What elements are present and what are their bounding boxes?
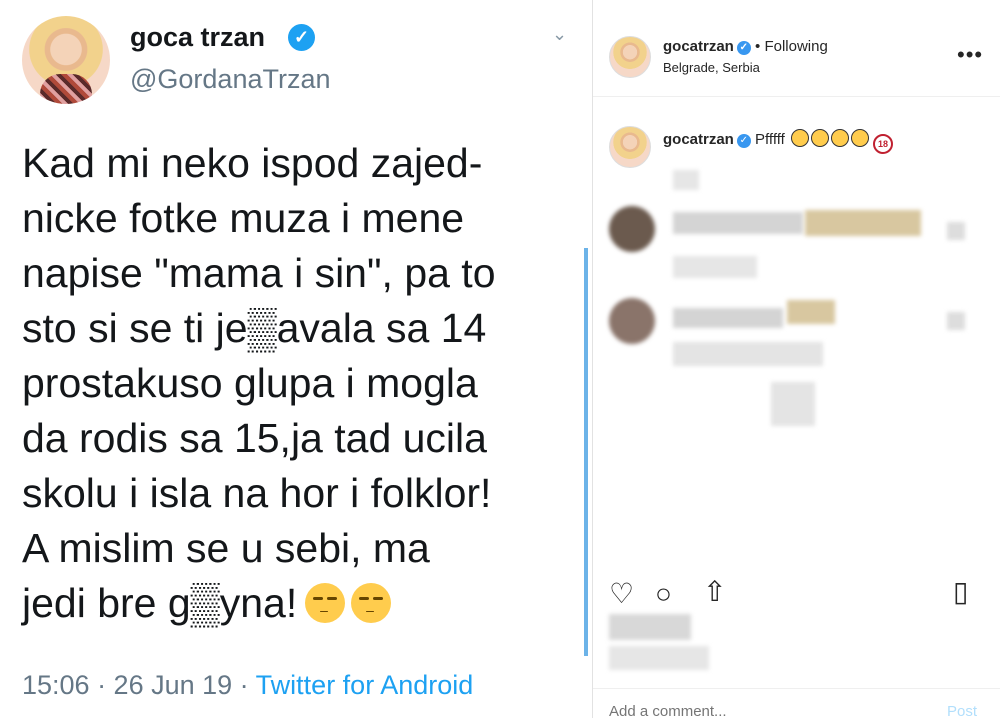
instagram-panel: gocatrzan ✓ • Following Belgrade, Serbia … (592, 0, 1000, 720)
blurred-text (673, 342, 823, 366)
tweet-panel: goca trzan ✓ @GordanaTrzan ⌄ Kad mi neko… (0, 0, 590, 718)
laughing-emoji-icon (810, 129, 829, 147)
laughing-emoji-icon (790, 129, 809, 147)
ig-location[interactable]: Belgrade, Serbia (663, 60, 760, 75)
tweet-text: Kad mi neko ispod zajed- nicke fotke muz… (22, 136, 572, 631)
tweet-avatar[interactable] (22, 16, 110, 104)
blurred-text (787, 300, 835, 324)
blurred-avatar (609, 298, 655, 344)
ig-caption-user[interactable]: gocatrzan (663, 131, 734, 148)
chevron-down-icon[interactable]: ⌄ (552, 24, 567, 45)
tweet-author-name[interactable]: goca trzan (130, 22, 265, 53)
blurred-date (609, 646, 709, 670)
laughing-emoji-icon (830, 129, 849, 147)
tweet-body: Kad mi neko ispod zajed- nicke fotke muz… (22, 140, 496, 626)
bookmark-icon[interactable]: ▯ (953, 578, 968, 606)
eighteen-plus-icon: 18 (872, 134, 893, 154)
tweet-timestamp[interactable]: 15:06 · 26 Jun 19 · (22, 670, 256, 700)
ig-caption: gocatrzan ✓ Pfffff 18 (663, 129, 893, 154)
laughing-emoji-icon (850, 129, 869, 147)
smirk-emoji-icon (351, 583, 392, 623)
instagram-header: gocatrzan ✓ • Following Belgrade, Serbia … (593, 0, 1000, 97)
add-comment-input[interactable] (609, 703, 909, 720)
blurred-text (673, 308, 783, 328)
smirk-emoji-icon (305, 583, 346, 623)
verified-icon: ✓ (288, 24, 315, 51)
blurred-icon (947, 222, 965, 240)
ig-add-comment-bar: Post (593, 688, 1000, 720)
blurred-icon (947, 312, 965, 330)
tweet-source[interactable]: Twitter for Android (256, 670, 474, 700)
ig-header-user: gocatrzan ✓ • Following (663, 38, 828, 55)
comment-icon[interactable]: ○ (655, 580, 672, 608)
ig-caption-text: Pfffff (755, 131, 785, 148)
blurred-text (673, 170, 699, 190)
tweet-emojis (305, 576, 397, 631)
ig-header-avatar[interactable] (609, 36, 651, 78)
blurred-text (673, 256, 757, 278)
blurred-avatar (609, 206, 655, 252)
ig-username[interactable]: gocatrzan (663, 38, 734, 55)
blurred-text (771, 382, 815, 426)
more-options-icon[interactable]: ••• (957, 42, 983, 68)
ig-verified-icon: ✓ (736, 41, 751, 55)
tweet-meta: 15:06 · 26 Jun 19 · Twitter for Android (22, 670, 473, 701)
scroll-highlight-bar (584, 248, 588, 656)
post-button[interactable]: Post (947, 703, 977, 720)
blurred-text (673, 212, 803, 234)
ig-follow-status[interactable]: • Following (755, 38, 828, 55)
tweet-author-handle[interactable]: @GordanaTrzan (130, 64, 331, 95)
heart-icon[interactable]: ♡ (609, 580, 634, 608)
share-icon[interactable]: ⇧ (703, 578, 726, 606)
ig-caption-avatar[interactable] (609, 126, 651, 168)
blurred-text (805, 210, 921, 236)
ig-verified-icon: ✓ (736, 134, 751, 148)
blurred-likes (609, 614, 691, 640)
